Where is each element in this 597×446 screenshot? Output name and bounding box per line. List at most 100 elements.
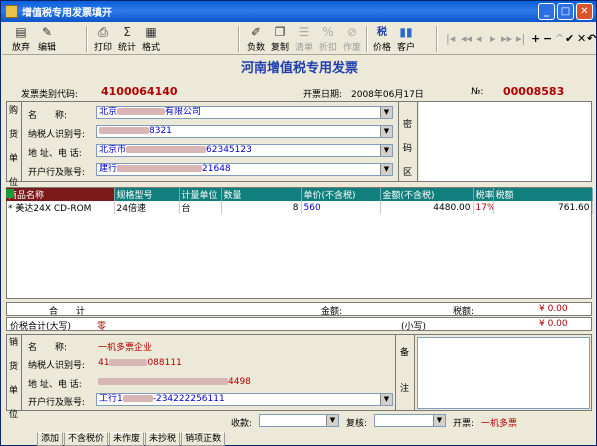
buyer-name-label: 名 称: [28, 111, 68, 121]
seller-side-label: 销货单位 [9, 338, 19, 420]
reviewer-label: 复核: [346, 419, 368, 429]
item-price[interactable]: 560 [301, 201, 381, 214]
buyer-bank-label: 开户行及账号: [28, 168, 86, 178]
table-row[interactable]: * 美达24X CD-ROM 24倍速 台 8 560 4480.00 17% … [6, 201, 593, 214]
invoice-date: 2008年06月17日 [351, 90, 424, 100]
seller-address: 4498 [98, 377, 251, 387]
buyer-bank-combo[interactable]: 建行 21648 ▼ [96, 163, 393, 176]
issuer-name: 一机多票 [481, 419, 518, 429]
reviewer-combo[interactable]: ▼ [374, 414, 446, 427]
chevron-down-icon[interactable]: ▼ [326, 415, 338, 426]
negative-icon: ✐ [250, 25, 262, 39]
total-tax-value: ¥ 0.00 [539, 304, 568, 314]
buyer-name-combo[interactable]: 北京 有限公司 ▼ [96, 106, 393, 119]
chevron-down-icon[interactable]: ▼ [380, 164, 392, 175]
seller-bank-combo[interactable]: 工行1 -234222256111 ▼ [96, 393, 393, 406]
delete-button[interactable]: − [543, 33, 552, 45]
receiver-label: 收款: [231, 419, 253, 429]
total-tax-label: 税额: [453, 307, 475, 317]
date-label: 开票日期: [303, 90, 343, 100]
first-record-button[interactable]: |◂ [446, 33, 455, 45]
item-qty[interactable]: 8 [221, 201, 302, 214]
void-button[interactable]: ⊘ 作废 [341, 24, 363, 54]
chevron-down-icon[interactable]: ▼ [380, 126, 392, 137]
chevron-down-icon[interactable]: ▼ [433, 415, 445, 426]
customer-icon: ▮▮ [399, 25, 413, 39]
refresh-button[interactable]: ↶ [587, 33, 596, 45]
buyer-taxid-combo[interactable]: 8321 ▼ [96, 125, 393, 138]
code-area-label: 密码区 [403, 120, 413, 178]
sum-button[interactable]: Σ 统计 [116, 24, 138, 54]
col-qty[interactable]: 数量 [221, 188, 302, 201]
item-tax[interactable]: 761.60 [493, 201, 593, 214]
row-marker: * [8, 204, 13, 214]
col-tax[interactable]: 税额 [493, 188, 593, 201]
chevron-down-icon[interactable]: ▼ [380, 145, 392, 156]
col-amount[interactable]: 金额(不含税) [380, 188, 474, 201]
buyer-taxid-label: 纳税人识别号: [28, 130, 86, 140]
tax-total-row [6, 317, 592, 331]
prev-page-button[interactable]: ◂◂ [461, 33, 472, 45]
discount-icon: % [322, 25, 334, 39]
buyer-address-combo[interactable]: 北京市 62345123 ▼ [96, 144, 393, 157]
seller-address-label: 地 址、电 话: [28, 380, 82, 390]
next-page-button[interactable]: ▸▸ [501, 33, 512, 45]
app-icon [5, 5, 18, 18]
discount-button[interactable]: % 折扣 [317, 24, 339, 54]
seller-bank-label: 开户行及账号: [28, 398, 86, 408]
col-rate[interactable]: 税率 [473, 188, 494, 201]
cancel-button[interactable]: ✕ [577, 33, 586, 45]
buyer-side-label: 购货单位 [9, 106, 19, 188]
close-button[interactable]: ✕ [576, 3, 593, 20]
confirm-button[interactable]: ✔ [565, 33, 574, 45]
print-button[interactable]: ⎙ 打印 [92, 24, 114, 54]
invoice-no-label: №: [471, 87, 484, 97]
copy-button[interactable]: ❐ 复制 [269, 24, 291, 54]
status-bar: 添加 不含税价 未作废 未抄税 销项正数 [37, 432, 226, 446]
toolbar-separator [436, 26, 438, 52]
negative-button[interactable]: ✐ 负数 [245, 24, 267, 54]
edit-row-button[interactable]: ^ [555, 33, 564, 45]
window-title: 增值税专用发票填开 [22, 8, 112, 19]
price-button[interactable]: 税价格 [371, 24, 393, 54]
void-icon: ⊘ [346, 25, 358, 39]
minimize-button[interactable]: _ [538, 3, 555, 20]
chevron-down-icon[interactable]: ▼ [380, 394, 392, 405]
toolbar-separator [238, 26, 240, 52]
title-bar[interactable]: 增值税专用发票填开 _ □ ✕ [1, 1, 596, 22]
next-record-button[interactable]: ▸ [490, 33, 496, 45]
col-price[interactable]: 单价(不含税) [301, 188, 381, 201]
status-mode: 添加 [37, 432, 64, 446]
prev-record-button[interactable]: ◂ [476, 33, 482, 45]
col-spec[interactable]: 规格型号 [114, 188, 180, 201]
print-icon: ⎙ [98, 25, 108, 39]
last-record-button[interactable]: ▸| [516, 33, 525, 45]
seller-name: 一机多票企业 [98, 343, 153, 353]
invoice-no: 00008583 [503, 85, 565, 98]
seller-taxid-label: 纳税人识别号: [28, 361, 86, 371]
receiver-combo[interactable]: ▼ [259, 414, 339, 427]
seller-taxid: 41 088111 [98, 358, 182, 368]
item-spec[interactable]: 24倍速 [114, 201, 180, 214]
chevron-down-icon[interactable]: ▼ [380, 107, 392, 118]
cipher-area [419, 102, 591, 181]
type-code: 4100064140 [101, 85, 178, 98]
item-unit[interactable]: 台 [179, 201, 222, 214]
maximize-button[interactable]: □ [557, 3, 574, 20]
col-name[interactable]: 商品名称 [6, 188, 115, 201]
remark-textarea[interactable] [417, 337, 590, 409]
item-amount[interactable]: 4480.00 [380, 201, 474, 214]
total-label: 合 计 [49, 307, 86, 317]
add-button[interactable]: + [531, 33, 540, 45]
format-button[interactable]: ▦ 格式 [140, 24, 162, 54]
customer-button[interactable]: ▮▮ 客户 [395, 24, 417, 54]
status-void: 未作废 [109, 432, 145, 446]
invoice-window: 增值税专用发票填开 _ □ ✕ ▤ 放弃 ✎ 编辑 ⎙ 打印 Σ 统计 ▦ 格式 ✐ 负数 … [0, 0, 597, 446]
col-unit[interactable]: 计量单位 [179, 188, 222, 201]
item-rate[interactable]: 17% [473, 201, 494, 214]
grid-corner-marker [6, 189, 14, 198]
items-table[interactable]: 商品名称 规格型号 计量单位 数量 单价(不含税) 金额(不含税) 税率 税额 … [6, 188, 593, 214]
discard-button[interactable]: ▤ 放弃 [10, 24, 32, 54]
list-button[interactable]: ☰ 清单 [293, 24, 315, 54]
edit-button[interactable]: ✎ 编辑 [35, 24, 59, 54]
